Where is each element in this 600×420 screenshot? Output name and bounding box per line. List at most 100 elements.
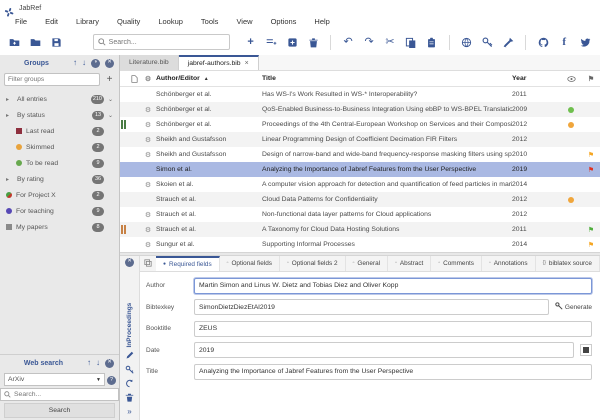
menu-options[interactable]: Options bbox=[262, 15, 306, 28]
group-item-by-rating[interactable]: ▸By rating36 bbox=[0, 171, 119, 187]
field-input-booktitle[interactable] bbox=[194, 321, 592, 337]
file-column-icon[interactable] bbox=[128, 75, 140, 83]
table-row[interactable]: Strauch et al.Cloud Data Patterns for Co… bbox=[120, 192, 600, 207]
facebook-icon[interactable]: f bbox=[557, 35, 571, 49]
table-row[interactable]: ⚙Skoien et al.A computer vision approach… bbox=[120, 177, 600, 192]
table-row[interactable]: ⚙Sungur et al.Supporting Informal Proces… bbox=[120, 237, 600, 252]
table-row[interactable]: ⚙Sheikh and GustafssonLinear Programming… bbox=[120, 132, 600, 147]
expander-icon[interactable]: ▸ bbox=[6, 96, 13, 103]
group-item-all-entries[interactable]: ▸All entries210⌄ bbox=[0, 91, 119, 107]
cleanup-icon[interactable] bbox=[501, 35, 515, 49]
web-search-close-icon[interactable]: ✕ bbox=[105, 359, 114, 368]
menu-lookup[interactable]: Lookup bbox=[149, 15, 192, 28]
editor-tab-optional-fields[interactable]: ▫Optional fields bbox=[220, 256, 280, 271]
editor-tab-biblatex-source[interactable]: {}biblatex source bbox=[536, 256, 600, 271]
generate-bibtexkey-button[interactable]: Generate bbox=[555, 302, 592, 312]
global-search-box[interactable] bbox=[93, 34, 230, 50]
web-search-input[interactable] bbox=[14, 391, 115, 398]
generate-key-side-icon[interactable] bbox=[124, 364, 136, 375]
new-library-icon[interactable] bbox=[8, 35, 22, 49]
table-row[interactable]: Schönberger et al.Has WS-I's Work Result… bbox=[120, 87, 600, 102]
cut-icon[interactable]: ✂ bbox=[383, 35, 397, 49]
copy-icon[interactable] bbox=[404, 35, 418, 49]
table-row[interactable]: ⚙Schönberger et al.QoS-Enabled Business-… bbox=[120, 102, 600, 117]
menu-edit[interactable]: Edit bbox=[36, 15, 67, 28]
column-author[interactable]: Author/Editor▲ bbox=[156, 75, 262, 82]
table-row[interactable]: ⚙Strauch et al.Non-functional data layer… bbox=[120, 207, 600, 222]
calendar-button[interactable] bbox=[580, 344, 592, 356]
web-search-move-down-icon[interactable]: ↓ bbox=[96, 359, 100, 367]
web-search-box[interactable] bbox=[0, 388, 119, 401]
expander-icon[interactable]: ▸ bbox=[6, 112, 13, 119]
editor-tab-comments[interactable]: ▫Comments bbox=[431, 256, 482, 271]
web-lookup-icon[interactable] bbox=[460, 35, 474, 49]
editor-tab-required-fields[interactable]: ●Required fields bbox=[156, 256, 220, 271]
group-item-skimmed[interactable]: Skimmed2 bbox=[0, 139, 119, 155]
save-library-icon[interactable] bbox=[50, 35, 64, 49]
web-search-button[interactable]: Search bbox=[4, 403, 115, 418]
field-input-author[interactable] bbox=[194, 278, 592, 294]
fetcher-select[interactable]: ArXiv ▼ bbox=[4, 373, 105, 386]
table-row[interactable]: ⚙Strauch et al.A Taxonomy for Cloud Data… bbox=[120, 222, 600, 237]
editor-tab-abstract[interactable]: ▫Abstract bbox=[388, 256, 431, 271]
close-tab-icon[interactable]: × bbox=[245, 60, 249, 67]
menu-library[interactable]: Library bbox=[67, 15, 108, 28]
column-year[interactable]: Year bbox=[512, 75, 560, 82]
refresh-icon[interactable] bbox=[124, 378, 136, 389]
expander-icon[interactable]: ▸ bbox=[6, 176, 13, 183]
table-row[interactable]: ⚙Schönberger et al.Proceedings of the 4t… bbox=[120, 117, 600, 132]
open-library-icon[interactable] bbox=[29, 35, 43, 49]
table-row[interactable]: ⚙Sheikh and GustafssonDesign of narrow-b… bbox=[120, 147, 600, 162]
github-icon[interactable] bbox=[536, 35, 550, 49]
group-item-by-status[interactable]: ▸By status13⌄ bbox=[0, 107, 119, 123]
file-tab-literature-bib[interactable]: Literature.bib bbox=[120, 55, 179, 70]
fetcher-help-icon[interactable]: ? bbox=[107, 376, 116, 385]
menu-quality[interactable]: Quality bbox=[108, 15, 149, 28]
groups-column-icon[interactable]: ⚙ bbox=[140, 75, 156, 83]
global-search-input[interactable] bbox=[109, 39, 225, 46]
column-title[interactable]: Title bbox=[262, 75, 512, 82]
edit-pen-icon[interactable] bbox=[124, 350, 136, 361]
groups-intersection-toggle-icon[interactable]: ◑ bbox=[91, 59, 100, 68]
menu-tools[interactable]: Tools bbox=[192, 15, 228, 28]
groups-move-down-icon[interactable]: ↓ bbox=[82, 59, 86, 67]
groups-close-icon[interactable]: ✕ bbox=[105, 59, 114, 68]
active-tab-bullet-icon: ● bbox=[163, 261, 166, 267]
priority-column-icon[interactable]: ⚑ bbox=[582, 75, 600, 83]
table-row[interactable]: Simon et al.Analyzing the Importance of … bbox=[120, 162, 600, 177]
field-input-bibtexkey[interactable] bbox=[194, 299, 549, 315]
editor-tab-annotations[interactable]: ▫Annotations bbox=[482, 256, 536, 271]
filter-groups-input[interactable] bbox=[4, 73, 100, 86]
editor-tab-general[interactable]: ▫General bbox=[346, 256, 389, 271]
new-entry-icon[interactable]: + bbox=[244, 35, 258, 49]
undo-icon[interactable]: ↶ bbox=[341, 35, 355, 49]
twitter-icon[interactable] bbox=[578, 35, 592, 49]
file-tab-jabref-authors-bib[interactable]: jabref-authors.bib× bbox=[179, 55, 259, 70]
redo-icon[interactable]: ↷ bbox=[362, 35, 376, 49]
group-item-last-read[interactable]: Last read2 bbox=[0, 123, 119, 139]
key-icon[interactable] bbox=[481, 35, 495, 49]
delete-entry-side-icon[interactable] bbox=[124, 392, 136, 403]
paste-icon[interactable] bbox=[425, 35, 439, 49]
editor-tab-optional-fields-2[interactable]: ▫Optional fields 2 bbox=[280, 256, 346, 271]
group-item-for-teaching[interactable]: For teaching9 bbox=[0, 203, 119, 219]
expand-sidebar-icon[interactable]: » bbox=[124, 406, 136, 417]
tags-icon[interactable] bbox=[140, 256, 156, 271]
group-item-for-project-x[interactable]: For Project X2 bbox=[0, 187, 119, 203]
editor-close-icon[interactable]: ✕ bbox=[125, 258, 134, 267]
field-input-title[interactable] bbox=[194, 364, 592, 380]
group-item-to-be-read[interactable]: To be read9 bbox=[0, 155, 119, 171]
import-entry-icon[interactable] bbox=[285, 35, 299, 49]
field-input-date[interactable] bbox=[194, 342, 574, 358]
new-entry-plain-text-icon[interactable] bbox=[265, 35, 279, 49]
group-item-my-papers[interactable]: My papers8 bbox=[0, 219, 119, 235]
readstatus-column-icon[interactable] bbox=[560, 76, 582, 82]
menu-view[interactable]: View bbox=[227, 15, 261, 28]
chevron-down-icon[interactable]: ⌄ bbox=[108, 112, 115, 119]
delete-entry-icon[interactable] bbox=[306, 35, 320, 49]
chevron-down-icon[interactable]: ⌄ bbox=[108, 96, 115, 103]
add-group-button[interactable]: + bbox=[104, 74, 115, 85]
groups-move-up-icon[interactable]: ↑ bbox=[73, 59, 77, 67]
web-search-move-up-icon[interactable]: ↑ bbox=[87, 359, 91, 367]
menu-help[interactable]: Help bbox=[305, 15, 338, 28]
